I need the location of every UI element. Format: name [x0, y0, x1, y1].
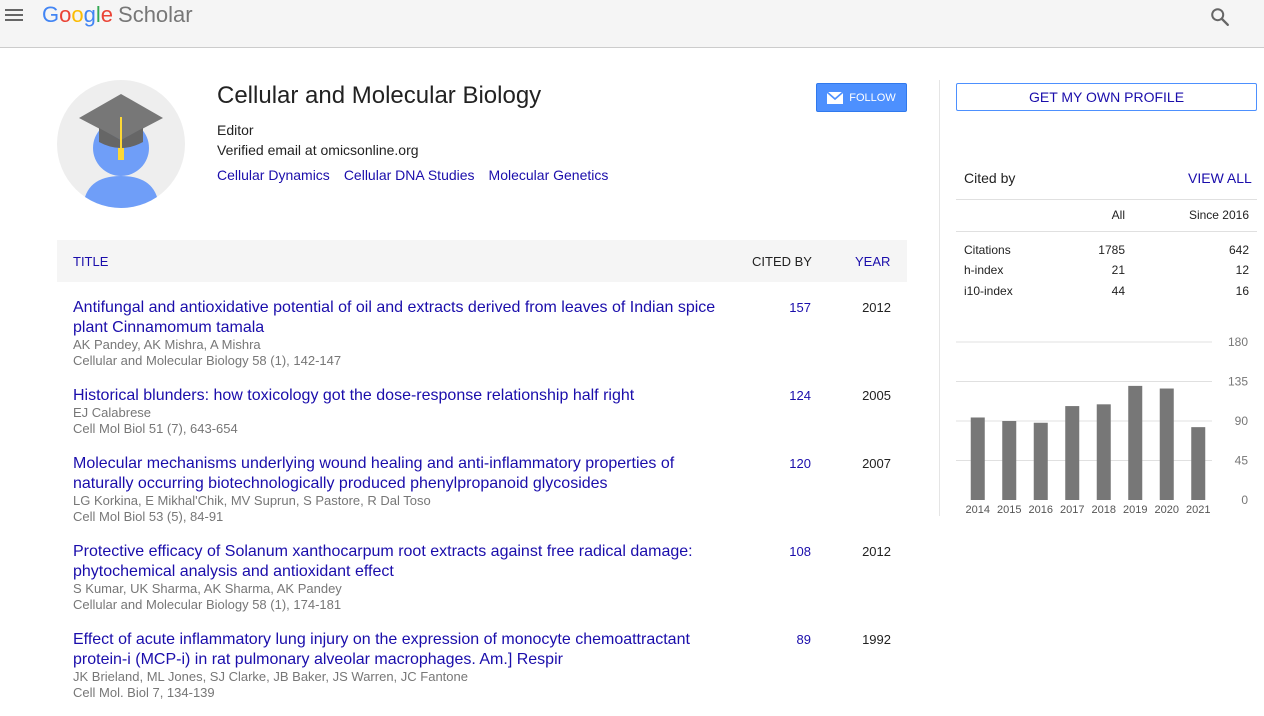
chart-x-tick-label: 2018	[1092, 504, 1116, 516]
chart-bar	[1065, 406, 1080, 500]
articles-table-header: TITLE CITED BY YEAR	[57, 240, 907, 282]
table-row: Historical blunders: how toxicology got …	[57, 386, 907, 438]
interest-link-cellular-dynamics[interactable]: Cellular Dynamics	[217, 167, 330, 183]
profile-name: Cellular and Molecular Biology	[217, 82, 542, 109]
interest-link-molecular-genetics[interactable]: Molecular Genetics	[489, 167, 609, 183]
stats-column-all: All	[1111, 208, 1125, 222]
cited-by-count[interactable]: 89	[797, 632, 811, 647]
graduate-avatar-icon	[79, 94, 163, 208]
article-title[interactable]: Antifungal and antioxidative potential o…	[73, 298, 723, 338]
article-year: 2005	[862, 388, 891, 403]
article-authors: S Kumar, UK Sharma, AK Sharma, AK Pandey	[73, 581, 342, 596]
research-interests: Cellular Dynamics Cellular DNA Studies Mol…	[217, 167, 622, 183]
cited-by-count[interactable]: 124	[789, 388, 811, 403]
view-all-link[interactable]: VIEW ALL	[1188, 170, 1252, 186]
google-scholar-logo[interactable]: Google Scholar	[42, 1, 193, 29]
stat-label-i10-index: i10-index	[964, 284, 1013, 298]
cited-by-count[interactable]: 120	[789, 456, 811, 471]
article-year: 2007	[862, 456, 891, 471]
article-venue: Cellular and Molecular Biology 58 (1), 1…	[73, 353, 342, 368]
article-title[interactable]: Historical blunders: how toxicology got …	[73, 386, 723, 406]
stats-divider	[956, 199, 1257, 200]
chart-bar	[1128, 385, 1143, 500]
chart-x-tick-label: 2021	[1186, 504, 1210, 516]
logo-product-name: Scholar	[118, 2, 193, 27]
chart-bar	[1033, 422, 1048, 500]
article-year: 2012	[862, 544, 891, 559]
chart-y-tick-label: 180	[1228, 335, 1248, 349]
cited-by-heading: Cited by	[964, 170, 1016, 186]
stat-all-h-index: 21	[1111, 263, 1125, 277]
interest-link-cellular-dna-studies[interactable]: Cellular DNA Studies	[344, 167, 475, 183]
cited-by-count[interactable]: 157	[789, 300, 811, 315]
sort-by-title[interactable]: TITLE	[73, 254, 108, 269]
stat-label-h-index: h-index	[964, 263, 1004, 277]
column-divider	[939, 80, 940, 516]
stat-label-citations: Citations	[964, 243, 1011, 257]
stat-since-i10-index: 16	[1235, 284, 1249, 298]
chart-y-tick-label: 0	[1241, 493, 1248, 507]
stats-divider	[956, 231, 1257, 232]
chart-bar	[1191, 427, 1206, 500]
article-venue: Cell Mol. Biol 7, 134-139	[73, 685, 215, 700]
sort-by-cited-by[interactable]: CITED BY	[752, 254, 812, 269]
chart-y-tick-label: 45	[1235, 454, 1249, 468]
get-my-own-profile-button[interactable]: GET MY OWN PROFILE	[956, 83, 1257, 111]
article-authors: LG Korkina, E Mikhal'Chik, MV Suprun, S …	[73, 493, 431, 508]
sort-by-year[interactable]: YEAR	[855, 254, 890, 269]
profile-affiliation: Editor	[217, 122, 254, 138]
article-title[interactable]: Effect of acute inflammatory lung injury…	[73, 630, 723, 670]
chart-bar	[970, 417, 985, 500]
article-venue: Cell Mol Biol 53 (5), 84-91	[73, 509, 224, 524]
menu-icon[interactable]	[5, 6, 25, 26]
article-year: 1992	[862, 632, 891, 647]
chart-x-tick-label: 2015	[997, 504, 1021, 516]
top-bar: Google Scholar	[0, 0, 1264, 48]
chart-bar	[1096, 404, 1111, 500]
article-authors: JK Brieland, ML Jones, SJ Clarke, JB Bak…	[73, 669, 468, 684]
chart-x-tick-label: 2017	[1060, 504, 1084, 516]
table-row: Effect of acute inflammatory lung injury…	[57, 630, 907, 702]
avatar	[57, 80, 185, 208]
chart-x-tick-label: 2020	[1155, 504, 1179, 516]
article-authors: AK Pandey, AK Mishra, A Mishra	[73, 337, 261, 352]
citations-per-year-chart: 0 45 90 135 180 2014 2015 2016 2017 2018 2019 2020 2…	[956, 335, 1249, 516]
article-title[interactable]: Molecular mechanisms underlying wound he…	[73, 454, 723, 494]
stats-column-since: Since 2016	[1188, 208, 1249, 222]
article-title[interactable]: Protective efficacy of Solanum xanthocar…	[73, 542, 723, 582]
stat-all-i10-index: 44	[1111, 284, 1125, 298]
chart-y-tick-label: 90	[1235, 414, 1249, 428]
chart-bar	[1002, 421, 1017, 500]
chart-x-tick-label: 2014	[966, 504, 990, 516]
table-row: Molecular mechanisms underlying wound he…	[57, 454, 907, 526]
table-row: Protective efficacy of Solanum xanthocar…	[57, 542, 907, 614]
stat-since-citations: 642	[1228, 243, 1249, 257]
chart-y-tick-label: 135	[1228, 375, 1248, 389]
profile-email: Verified email at omicsonline.org	[217, 142, 419, 158]
follow-button[interactable]: FOLLOW	[816, 83, 907, 112]
chart-x-tick-label: 2016	[1029, 504, 1053, 516]
article-authors: EJ Calabrese	[73, 405, 152, 420]
chart-bar	[1159, 388, 1174, 500]
chart-x-tick-label: 2019	[1123, 504, 1147, 516]
article-venue: Cellular and Molecular Biology 58 (1), 1…	[73, 597, 342, 612]
follow-label: FOLLOW	[849, 91, 896, 104]
table-row: Antifungal and antioxidative potential o…	[57, 298, 907, 370]
cited-by-count[interactable]: 108	[789, 544, 811, 559]
stat-since-h-index: 12	[1235, 263, 1249, 277]
search-icon[interactable]	[1209, 6, 1231, 28]
envelope-icon	[827, 91, 844, 104]
article-venue: Cell Mol Biol 51 (7), 643-654	[73, 421, 238, 436]
article-year: 2012	[862, 300, 891, 315]
stat-all-citations: 1785	[1098, 243, 1125, 257]
